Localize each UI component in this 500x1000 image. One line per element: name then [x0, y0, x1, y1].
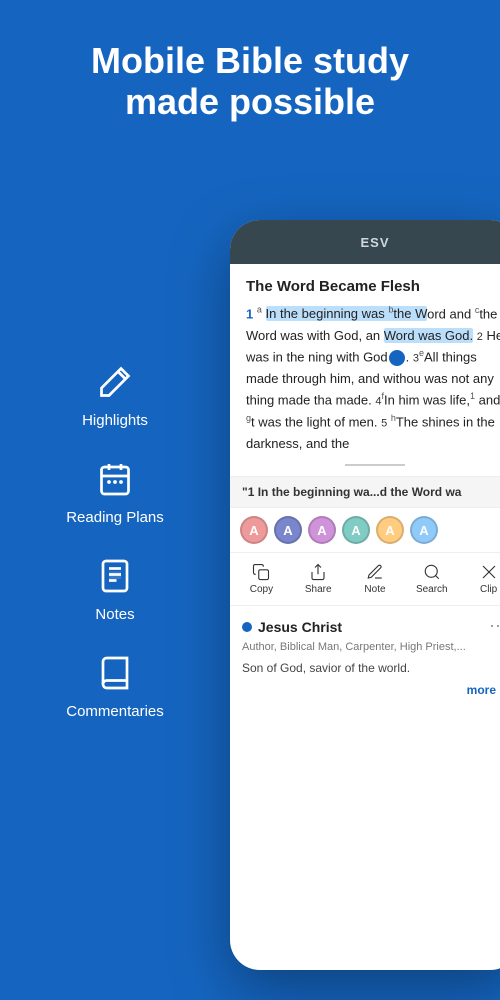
person-card-header: Jesus Christ ⋯ — [242, 616, 500, 637]
search-label: Search — [416, 584, 448, 595]
copy-icon — [252, 563, 270, 581]
person-name: Jesus Christ — [258, 619, 342, 635]
color-option-5[interactable]: A — [410, 516, 438, 544]
color-option-0[interactable]: A — [240, 516, 268, 544]
color-option-4[interactable]: A — [376, 516, 404, 544]
highlighted-text-2: Word was God. — [384, 328, 473, 343]
person-name-row: Jesus Christ — [242, 619, 342, 635]
bible-content: The Word Became Flesh 1 a In the beginni… — [230, 264, 500, 454]
sidebar-highlights-label: Highlights — [82, 412, 148, 429]
phone-top-bar: ESV — [230, 220, 500, 264]
more-link[interactable]: more — [242, 677, 500, 703]
color-selector-row[interactable]: A A A A A A — [230, 508, 500, 553]
note-button[interactable]: Note — [348, 559, 403, 599]
person-dot-icon — [242, 622, 252, 632]
person-tags: Author, Biblical Man, Carpenter, High Pr… — [242, 641, 500, 653]
clip-label: Clip — [480, 584, 497, 595]
sidebar-notes-label: Notes — [95, 606, 134, 623]
color-option-3[interactable]: A — [342, 516, 370, 544]
hero-title: Mobile Bible study made possible — [0, 40, 500, 123]
share-icon — [309, 563, 327, 581]
sidebar-item-reading-plans[interactable]: Reading Plans — [45, 457, 185, 526]
color-option-1[interactable]: A — [274, 516, 302, 544]
calendar-icon — [93, 457, 137, 501]
verse-preview: "1 In the beginning wa...d the Word wa — [230, 476, 500, 508]
clip-icon — [480, 563, 498, 581]
copy-label: Copy — [250, 584, 273, 595]
pen-icon — [93, 360, 137, 404]
more-options-icon[interactable]: ⋯ — [489, 616, 500, 637]
person-card: Jesus Christ ⋯ Author, Biblical Man, Car… — [230, 606, 500, 713]
share-button[interactable]: Share — [291, 559, 346, 599]
search-button[interactable]: Search — [404, 559, 459, 599]
bible-text: 1 a In the beginning was bthe Word and c… — [246, 303, 500, 454]
search-icon — [423, 563, 441, 581]
verse-number-1: 1 — [246, 306, 253, 321]
verse-number-2: 2 — [477, 331, 483, 343]
note-label: Note — [364, 584, 385, 595]
clip-button[interactable]: Clip — [461, 559, 500, 599]
person-description: Son of God, savior of the world. — [242, 659, 500, 677]
document-icon — [93, 554, 137, 598]
sidebar: Highlights Reading Plans — [0, 360, 230, 748]
verse-ref-a: a — [257, 306, 262, 321]
book-icon — [93, 651, 137, 695]
sidebar-item-commentaries[interactable]: Commentaries — [45, 651, 185, 720]
bible-version-label: ESV — [360, 235, 389, 250]
action-bar: Copy Share Note Search — [230, 553, 500, 606]
sidebar-commentaries-label: Commentaries — [66, 703, 164, 720]
sidebar-item-notes[interactable]: Notes — [45, 554, 185, 623]
sidebar-reading-plans-label: Reading Plans — [66, 509, 164, 526]
share-label: Share — [305, 584, 332, 595]
highlighted-text-1: In the beginning was bthe W — [266, 306, 428, 321]
bible-section-title: The Word Became Flesh — [246, 278, 500, 295]
selection-handle — [389, 350, 405, 366]
color-option-2[interactable]: A — [308, 516, 336, 544]
divider — [345, 464, 405, 466]
sidebar-item-highlights[interactable]: Highlights — [45, 360, 185, 429]
phone-mockup: ESV The Word Became Flesh 1 a In the beg… — [230, 220, 500, 970]
note-icon — [366, 563, 384, 581]
copy-button[interactable]: Copy — [234, 559, 289, 599]
